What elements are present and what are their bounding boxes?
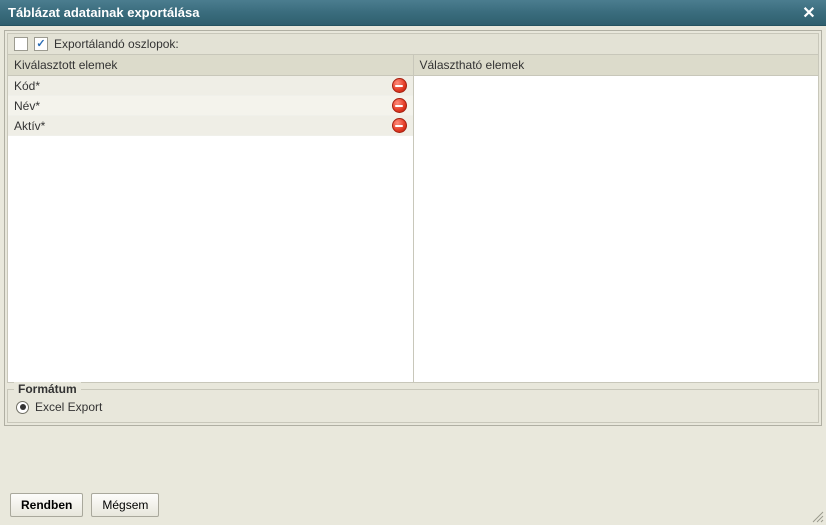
format-fieldset: Formátum Excel Export <box>7 389 819 423</box>
columns-toolbar: Exportálandó oszlopok: <box>7 33 819 55</box>
selected-panel-body: Kód* Név* Aktív* <box>8 76 413 382</box>
select-all-checked-checkbox[interactable] <box>34 37 48 51</box>
list-item[interactable]: Kód* <box>8 76 413 96</box>
format-options: Excel Export <box>16 400 810 414</box>
remove-icon[interactable] <box>392 78 407 93</box>
cancel-button[interactable]: Mégsem <box>91 493 159 517</box>
available-panel: Választható elemek <box>414 55 819 382</box>
list-item[interactable]: Aktív* <box>8 116 413 136</box>
format-option[interactable]: Excel Export <box>16 400 810 414</box>
selected-panel-header: Kiválasztott elemek <box>8 55 413 76</box>
format-option-label: Excel Export <box>35 400 102 414</box>
available-panel-body <box>414 76 819 382</box>
remove-icon[interactable] <box>392 98 407 113</box>
resize-grip-icon[interactable] <box>810 509 824 523</box>
format-legend: Formátum <box>14 382 81 396</box>
list-item-label: Név* <box>14 99 392 113</box>
available-panel-header: Választható elemek <box>414 55 819 76</box>
ok-button[interactable]: Rendben <box>10 493 83 517</box>
selected-panel: Kiválasztott elemek Kód* Név* Aktív* <box>8 55 414 382</box>
remove-icon[interactable] <box>392 118 407 133</box>
list-item-label: Aktív* <box>14 119 392 133</box>
list-item-label: Kód* <box>14 79 392 93</box>
export-dialog: Táblázat adatainak exportálása ✕ Exportá… <box>0 0 826 426</box>
radio-icon[interactable] <box>16 401 29 414</box>
dialog-content: Exportálandó oszlopok: Kiválasztott elem… <box>4 30 822 426</box>
dialog-title: Táblázat adatainak exportálása <box>8 5 800 20</box>
columns-label: Exportálandó oszlopok: <box>54 37 179 51</box>
close-icon[interactable]: ✕ <box>800 4 818 22</box>
dialog-titlebar[interactable]: Táblázat adatainak exportálása ✕ <box>0 0 826 26</box>
dual-list: Kiválasztott elemek Kód* Név* Aktív* Válas… <box>7 55 819 383</box>
select-all-unchecked-checkbox[interactable] <box>14 37 28 51</box>
dialog-buttons: Rendben Mégsem <box>10 493 159 517</box>
list-item[interactable]: Név* <box>8 96 413 116</box>
